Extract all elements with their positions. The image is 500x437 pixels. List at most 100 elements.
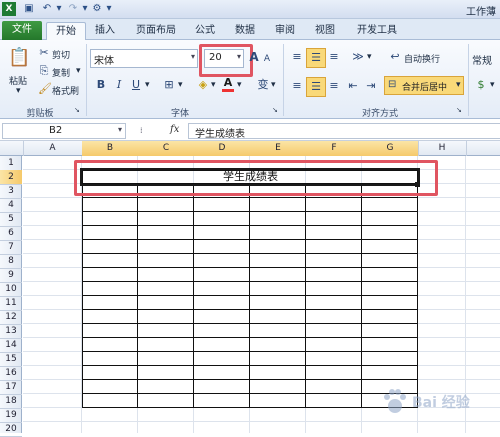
copy-icon[interactable]: ⎘	[38, 64, 50, 78]
customize-toolbar-icon[interactable]: ⚙	[90, 2, 104, 16]
save-icon[interactable]: ▣	[22, 2, 36, 16]
shrink-font-icon[interactable]: A	[262, 52, 272, 66]
font-name-combobox[interactable]: 宋体 ▾	[90, 49, 198, 68]
column-header-e[interactable]: E	[250, 141, 307, 156]
align-center-icon[interactable]: ☰	[306, 77, 326, 97]
clipboard-launcher-icon[interactable]: ↘	[74, 106, 80, 114]
align-bottom-icon[interactable]: ≡	[327, 50, 341, 64]
row-header-15[interactable]: 15	[0, 352, 22, 367]
align-right-icon[interactable]: ≡	[327, 79, 341, 93]
alignment-launcher-icon[interactable]: ↘	[456, 106, 462, 114]
insert-function-icon[interactable]: fx	[170, 124, 179, 135]
grow-font-icon[interactable]: A	[248, 50, 260, 64]
increase-indent-icon[interactable]: ⇥	[364, 79, 378, 93]
tab-developer[interactable]: 开发工具	[350, 22, 404, 40]
ribbon-tabs: 文件 开始 插入 页面布局 公式 数据 审阅 视图 开发工具	[0, 19, 500, 41]
align-top-icon[interactable]: ≡	[290, 50, 304, 64]
row-header-1[interactable]: 1	[0, 156, 22, 171]
bold-button[interactable]: B	[95, 78, 107, 92]
border-icon[interactable]: ⊞	[162, 78, 176, 92]
align-middle-icon[interactable]: ☰	[306, 48, 326, 68]
orientation-icon[interactable]: ≫	[350, 50, 366, 64]
italic-button[interactable]: I	[113, 78, 125, 92]
column-header-i[interactable]	[466, 141, 500, 156]
name-box-dropdown-icon[interactable]: ▾	[118, 125, 122, 134]
column-header-f[interactable]: F	[306, 141, 363, 156]
wrap-text-button[interactable]: 自动换行	[404, 52, 440, 65]
cut-button[interactable]: 剪切	[52, 48, 70, 61]
toolbar-dropdown-icon[interactable]: ▾	[104, 2, 114, 16]
redo-icon[interactable]: ↷	[66, 2, 80, 16]
column-header-b[interactable]: B	[82, 141, 139, 156]
paste-dropdown-icon[interactable]: ▾	[16, 86, 21, 96]
row-header-5[interactable]: 5	[0, 212, 22, 227]
align-left-icon[interactable]: ≡	[290, 79, 304, 93]
row-header-8[interactable]: 8	[0, 254, 22, 269]
phonetic-dropdown-icon[interactable]: ▾	[271, 80, 276, 90]
tab-file[interactable]: 文件	[2, 21, 42, 40]
row-header-16[interactable]: 16	[0, 366, 22, 381]
currency-dropdown-icon[interactable]: ▾	[490, 80, 495, 90]
column-header-c[interactable]: C	[138, 141, 195, 156]
orientation-dropdown-icon[interactable]: ▾	[367, 52, 372, 62]
formula-bar-grip-icon[interactable]: ⁞	[140, 126, 143, 135]
name-box-value: B2	[49, 125, 63, 136]
column-header-a[interactable]: A	[23, 141, 83, 156]
column-header-g[interactable]: G	[362, 141, 419, 156]
currency-format-icon[interactable]: $	[474, 78, 488, 92]
merge-center-button[interactable]: ⊟ 合并后居中	[384, 76, 464, 95]
redo-dropdown-icon[interactable]: ▾	[80, 2, 90, 16]
row-header-2[interactable]: 2	[0, 170, 22, 185]
paste-icon[interactable]: 📋	[8, 46, 30, 70]
font-launcher-icon[interactable]: ↘	[272, 106, 278, 114]
excel-app-icon[interactable]: X	[2, 2, 16, 16]
row-header-7[interactable]: 7	[0, 240, 22, 255]
tab-insert[interactable]: 插入	[88, 22, 122, 40]
font-name-dropdown-icon[interactable]: ▾	[191, 52, 195, 61]
fill-color-icon[interactable]: ◈	[196, 78, 210, 92]
row-header-9[interactable]: 9	[0, 268, 22, 283]
copy-dropdown-icon[interactable]: ▾	[76, 66, 81, 76]
undo-dropdown-icon[interactable]: ▾	[54, 2, 64, 16]
row-header-13[interactable]: 13	[0, 324, 22, 339]
phonetic-guide-icon[interactable]: 变	[256, 78, 270, 92]
row-header-6[interactable]: 6	[0, 226, 22, 241]
row-header-20[interactable]: 20	[0, 422, 22, 437]
wrap-text-icon[interactable]: ↩	[388, 50, 402, 64]
decrease-indent-icon[interactable]: ⇤	[346, 79, 360, 93]
row-header-10[interactable]: 10	[0, 282, 22, 297]
undo-icon[interactable]: ↶	[40, 2, 54, 16]
tab-data[interactable]: 数据	[228, 22, 262, 40]
name-box[interactable]: B2 ▾	[2, 123, 126, 139]
row-header-11[interactable]: 11	[0, 296, 22, 311]
copy-button[interactable]: 复制	[52, 66, 70, 79]
cut-icon[interactable]: ✂	[38, 46, 50, 60]
formula-input[interactable]: 学生成绩表	[188, 123, 500, 140]
row-header-17[interactable]: 17	[0, 380, 22, 395]
font-color-icon[interactable]: A	[222, 77, 234, 92]
underline-button[interactable]: U	[130, 78, 142, 92]
column-header-d[interactable]: D	[194, 141, 251, 156]
tab-home[interactable]: 开始	[46, 22, 86, 41]
row-header-12[interactable]: 12	[0, 310, 22, 325]
tab-page-layout[interactable]: 页面布局	[128, 22, 184, 40]
underline-dropdown-icon[interactable]: ▾	[145, 80, 150, 90]
tab-formulas[interactable]: 公式	[188, 22, 222, 40]
row-header-4[interactable]: 4	[0, 198, 22, 213]
row-header-19[interactable]: 19	[0, 408, 22, 423]
format-painter-button[interactable]: 格式刷	[52, 84, 79, 97]
font-color-dropdown-icon[interactable]: ▾	[237, 80, 242, 90]
merge-center-dropdown-icon[interactable]: ▾	[456, 80, 461, 90]
tab-view[interactable]: 视图	[308, 22, 342, 40]
row-header-18[interactable]: 18	[0, 394, 22, 409]
border-dropdown-icon[interactable]: ▾	[178, 80, 183, 90]
format-painter-icon[interactable]: 🖌	[38, 82, 52, 96]
tab-review[interactable]: 审阅	[268, 22, 302, 40]
row-header-3[interactable]: 3	[0, 184, 22, 199]
select-all-corner[interactable]	[0, 141, 24, 156]
column-header-h[interactable]: H	[418, 141, 467, 156]
fill-color-dropdown-icon[interactable]: ▾	[211, 80, 216, 90]
row-headers: 1 2 3 4 5 6 7 8 9 10 11 12 13 14 15 16 1…	[0, 156, 22, 437]
row-header-14[interactable]: 14	[0, 338, 22, 353]
number-format-combobox[interactable]: 常规	[472, 52, 492, 67]
